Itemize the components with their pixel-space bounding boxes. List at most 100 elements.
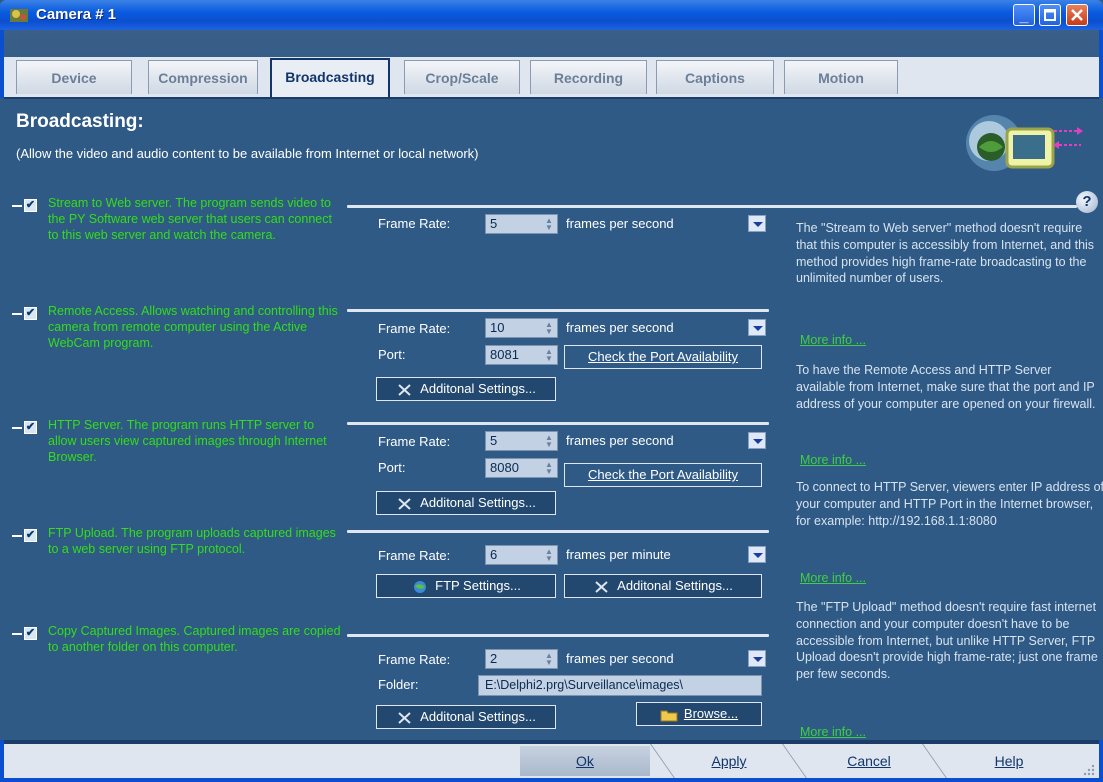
broadcast-logo-icon <box>966 115 1083 171</box>
copy-folder-label: Folder: <box>378 677 419 692</box>
web-frame-rate-label: Frame Rate: <box>378 216 451 231</box>
remote-port-label: Port: <box>378 347 406 362</box>
copy-images-checkbox[interactable]: ✔ <box>12 627 42 641</box>
help-http-text: To connect to HTTP Server, viewers enter… <box>796 480 1103 528</box>
bottom-divider <box>4 740 1099 744</box>
tree-connector <box>12 535 22 537</box>
copy-frame-rate-label: Frame Rate: <box>378 652 451 667</box>
http-port-stepper[interactable]: 8080 ▲ ▼ <box>485 458 558 478</box>
copy-folder-input[interactable]: E:\Delphi2.prg\Surveillance\images\ <box>478 675 762 696</box>
more-info-link-remote[interactable]: More info ... <box>800 453 866 467</box>
ftp-upload-description: FTP Upload. The program uploads captured… <box>48 526 336 556</box>
tab-broadcasting[interactable]: Broadcasting <box>270 58 390 98</box>
copy-frame-rate-stepper[interactable]: 2 ▲ ▼ <box>485 649 558 669</box>
section-divider <box>347 309 769 312</box>
copy-frame-rate-value: 2 <box>490 651 498 666</box>
stepper-arrows-icon[interactable]: ▲ ▼ <box>544 348 554 363</box>
remote-check-port-button[interactable]: Check the Port Availability <box>564 345 762 369</box>
more-info-link-web[interactable]: More info ... <box>800 333 866 347</box>
copy-frame-unit-dropdown[interactable]: frames per second <box>562 649 766 669</box>
title-bar: Camera # 1 _ <box>0 0 1103 30</box>
section-divider <box>347 634 769 637</box>
check-port-label: Check the Port Availability <box>587 349 739 364</box>
minimize-button[interactable]: _ <box>1013 4 1035 26</box>
stepper-arrows-icon[interactable]: ▲ ▼ <box>544 461 554 476</box>
stepper-arrows-icon[interactable]: ▲ ▼ <box>544 217 554 232</box>
checkmark-icon: ✔ <box>24 421 37 434</box>
tab-device[interactable]: Device <box>16 60 132 94</box>
help-label: Help <box>994 753 1024 769</box>
help-question-icon[interactable]: ? <box>1076 191 1098 213</box>
browse-label: Browse... <box>683 706 739 721</box>
browse-button[interactable]: Browse... <box>636 702 762 726</box>
tab-crop-scale[interactable]: Crop/Scale <box>404 60 520 94</box>
help-web-text: The "Stream to Web server" method doesn'… <box>796 221 1095 286</box>
remote-port-value: 8081 <box>490 347 519 362</box>
copy-images-description: Copy Captured Images. Captured images ar… <box>48 624 341 654</box>
remote-port-stepper[interactable]: 8081 ▲ ▼ <box>485 345 558 365</box>
resize-grip-icon[interactable] <box>1081 762 1095 776</box>
apply-button[interactable]: Apply <box>664 746 794 776</box>
more-info-link-ftp[interactable]: More info ... <box>800 725 866 739</box>
tab-compression[interactable]: Compression <box>148 60 258 94</box>
stepper-arrows-icon[interactable]: ▲ ▼ <box>544 652 554 667</box>
remote-frame-unit-dropdown[interactable]: frames per second <box>562 318 766 338</box>
checkmark-icon: ✔ <box>24 627 37 640</box>
ok-label: Ok <box>576 753 594 769</box>
help-ftp-text: The "FTP Upload" method doesn't require … <box>796 600 1098 682</box>
http-frame-rate-label: Frame Rate: <box>378 434 451 449</box>
ok-button[interactable]: Ok <box>520 746 650 776</box>
more-info-link-http[interactable]: More info ... <box>800 571 866 585</box>
dropdown-arrow-icon[interactable] <box>748 215 766 232</box>
stepper-arrows-icon[interactable]: ▲ ▼ <box>544 321 554 336</box>
remote-additional-settings-button[interactable]: Additonal Settings... <box>376 377 556 401</box>
close-button[interactable] <box>1066 4 1088 26</box>
ftp-upload-checkbox[interactable]: ✔ <box>12 529 42 543</box>
section-divider <box>347 530 769 533</box>
additional-settings-label: Additonal Settings... <box>420 709 536 724</box>
stepper-arrows-icon[interactable]: ▲ ▼ <box>544 548 554 563</box>
dropdown-arrow-icon[interactable] <box>748 319 766 336</box>
web-frame-rate-stepper[interactable]: 5 ▲ ▼ <box>485 214 558 234</box>
remote-frame-rate-stepper[interactable]: 10 ▲ ▼ <box>485 318 558 338</box>
cancel-button[interactable]: Cancel <box>804 746 934 776</box>
http-frame-rate-stepper[interactable]: 5 ▲ ▼ <box>485 431 558 451</box>
bottom-button-bar: Ok Apply Cancel Help <box>0 740 1103 782</box>
stepper-arrows-icon[interactable]: ▲ ▼ <box>544 434 554 449</box>
ftp-frame-rate-stepper[interactable]: 6 ▲ ▼ <box>485 545 558 565</box>
page-title: Broadcasting: <box>16 111 144 132</box>
web-frame-unit-dropdown[interactable]: frames per second <box>562 214 766 234</box>
help-remote-text: To have the Remote Access and HTTP Serve… <box>796 363 1096 411</box>
tab-recording[interactable]: Recording <box>530 60 647 94</box>
remote-access-checkbox[interactable]: ✔ <box>12 307 42 321</box>
remote-access-description: Remote Access. Allows watching and contr… <box>48 304 338 350</box>
tree-connector <box>12 205 22 207</box>
http-check-port-button[interactable]: Check the Port Availability <box>564 463 762 487</box>
tools-icon <box>398 711 411 724</box>
dropdown-arrow-icon[interactable] <box>748 432 766 449</box>
maximize-button[interactable] <box>1039 4 1061 26</box>
http-additional-settings-button[interactable]: Additonal Settings... <box>376 491 556 515</box>
ftp-frame-unit-dropdown[interactable]: frames per minute <box>562 545 766 565</box>
remote-frame-rate-value: 10 <box>490 320 505 335</box>
additional-settings-label: Additonal Settings... <box>420 381 536 396</box>
web-frame-rate-value: 5 <box>490 216 498 231</box>
dropdown-arrow-icon[interactable] <box>748 546 766 563</box>
ftp-additional-settings-button[interactable]: Additonal Settings... <box>564 574 762 598</box>
ftp-settings-button[interactable]: FTP Settings... <box>376 574 556 598</box>
additional-settings-label: Additonal Settings... <box>420 495 536 510</box>
remote-frame-rate-label: Frame Rate: <box>378 321 451 336</box>
http-port-label: Port: <box>378 460 406 475</box>
http-server-checkbox[interactable]: ✔ <box>12 421 42 435</box>
copy-additional-settings-button[interactable]: Additonal Settings... <box>376 705 556 729</box>
http-frame-unit-dropdown[interactable]: frames per second <box>562 431 766 451</box>
stream-web-checkbox[interactable]: ✔ <box>12 199 42 213</box>
tab-captions[interactable]: Captions <box>656 60 774 94</box>
ftp-frame-rate-label: Frame Rate: <box>378 548 451 563</box>
dropdown-arrow-icon[interactable] <box>748 650 766 667</box>
tab-motion[interactable]: Motion <box>784 60 898 94</box>
globe-icon <box>414 580 427 593</box>
page-subtitle: (Allow the video and audio content to be… <box>16 146 479 161</box>
tree-connector <box>12 427 22 429</box>
help-button[interactable]: Help <box>944 746 1074 776</box>
